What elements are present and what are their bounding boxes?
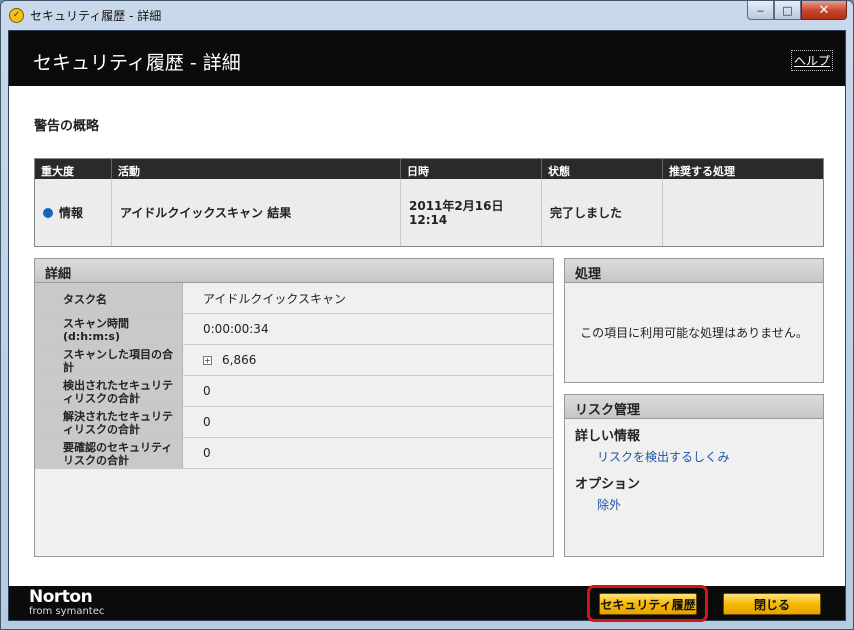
activity-cell: アイドルクイックスキャン 結果 bbox=[112, 179, 401, 246]
security-history-button[interactable]: セキュリティ履歴 bbox=[599, 593, 697, 615]
column-severity: 重大度 bbox=[35, 159, 112, 179]
table-header: 重大度 活動 日時 状態 推奨する処理 bbox=[35, 159, 823, 179]
info-heading: 詳しい情報 bbox=[575, 429, 641, 444]
details-title: 詳細 bbox=[35, 259, 553, 283]
detail-row-scan-time: スキャン時間 (d:h:m:s) 0:00:00:34 bbox=[35, 314, 553, 345]
detail-row-detected-risks: 検出されたセキュリティリスクの合計 0 bbox=[35, 376, 553, 407]
client-area: セキュリティ履歴 - 詳細 ヘルプ 警告の概略 重大度 活動 日時 状態 推奨す… bbox=[8, 30, 846, 622]
detail-value: アイドルクイックスキャン bbox=[183, 283, 553, 313]
column-datetime: 日時 bbox=[401, 159, 542, 179]
detail-value: 0 bbox=[183, 376, 553, 406]
column-activity: 活動 bbox=[112, 159, 401, 179]
window-controls: ‒ □ ✕ bbox=[747, 1, 847, 20]
logo-main-text: Norton bbox=[29, 587, 93, 607]
header-bar: セキュリティ履歴 - 詳細 ヘルプ bbox=[9, 31, 845, 86]
title-bar[interactable]: ✓ セキュリティ履歴 - 詳細 ‒ □ ✕ bbox=[1, 1, 853, 29]
alert-summary-table: 重大度 活動 日時 状態 推奨する処理 情報 アイドルクイックスキャン 結果 2… bbox=[34, 158, 824, 247]
summary-title: 警告の概略 bbox=[34, 119, 100, 134]
detail-label: 検出されたセキュリティリスクの合計 bbox=[35, 376, 183, 406]
window-title: セキュリティ履歴 - 詳細 bbox=[30, 9, 162, 23]
options-heading: オプション bbox=[575, 477, 641, 492]
norton-logo: Norton from symantec bbox=[29, 587, 105, 618]
footer-bar: Norton from symantec セキュリティ履歴 閉じる bbox=[9, 585, 845, 622]
detail-value-expandable: + 6,866 bbox=[183, 345, 553, 375]
detail-row-resolved-risks: 解決されたセキュリティリスクの合計 0 bbox=[35, 407, 553, 438]
detail-row-task: タスク名 アイドルクイックスキャン bbox=[35, 283, 553, 314]
exclude-link[interactable]: 除外 bbox=[575, 496, 813, 513]
action-title: 処理 bbox=[565, 259, 823, 283]
detail-value: 0 bbox=[183, 438, 553, 468]
details-panel: 詳細 タスク名 アイドルクイックスキャン スキャン時間 (d:h:m:s) 0:… bbox=[34, 258, 554, 557]
recommended-cell bbox=[663, 179, 823, 246]
norton-window: ✓ セキュリティ履歴 - 詳細 ‒ □ ✕ セキュリティ履歴 - 詳細 ヘルプ … bbox=[0, 0, 854, 630]
detail-label: スキャン時間 (d:h:m:s) bbox=[35, 314, 183, 344]
column-status: 状態 bbox=[542, 159, 663, 179]
help-link[interactable]: ヘルプ bbox=[790, 50, 833, 71]
risk-body: 詳しい情報 リスクを検出するしくみ オプション 除外 bbox=[565, 419, 823, 525]
detail-row-attention-risks: 要確認のセキュリティリスクの合計 0 bbox=[35, 438, 553, 469]
time-value: 12:14 bbox=[409, 212, 448, 227]
page-title: セキュリティ履歴 - 詳細 bbox=[33, 52, 241, 74]
status-cell: 完了しました bbox=[542, 179, 663, 246]
detail-label: 要確認のセキュリティリスクの合計 bbox=[35, 438, 183, 468]
detail-label: スキャンした項目の合計 bbox=[35, 345, 183, 375]
logo-sub-text: from symantec bbox=[29, 606, 105, 617]
close-button[interactable]: 閉じる bbox=[723, 593, 821, 615]
detail-value: 6,866 bbox=[222, 353, 257, 367]
detail-row-scanned-items: スキャンした項目の合計 + 6,866 bbox=[35, 345, 553, 376]
close-window-button[interactable]: ✕ bbox=[801, 1, 847, 20]
risk-title: リスク管理 bbox=[565, 395, 823, 419]
date-value: 2011年2月16日 bbox=[409, 198, 504, 213]
norton-icon: ✓ bbox=[9, 8, 24, 23]
expand-plus-icon[interactable]: + bbox=[203, 355, 212, 365]
detail-value: 0:00:00:34 bbox=[183, 314, 553, 344]
minimize-button[interactable]: ‒ bbox=[747, 1, 774, 20]
action-panel: 処理 この項目に利用可能な処理はありません。 bbox=[564, 258, 824, 383]
detail-label: 解決されたセキュリティリスクの合計 bbox=[35, 407, 183, 437]
severity-cell: 情報 bbox=[35, 179, 112, 246]
severity-value: 情報 bbox=[59, 206, 84, 220]
how-risks-detected-link[interactable]: リスクを検出するしくみ bbox=[575, 448, 813, 465]
action-message: この項目に利用可能な処理はありません。 bbox=[580, 326, 808, 340]
datetime-cell: 2011年2月16日 12:14 bbox=[401, 179, 542, 246]
column-recommended: 推奨する処理 bbox=[669, 165, 735, 178]
risk-management-panel: リスク管理 詳しい情報 リスクを検出するしくみ オプション 除外 bbox=[564, 394, 824, 557]
table-row: 情報 アイドルクイックスキャン 結果 2011年2月16日 12:14 完了しま… bbox=[35, 179, 823, 246]
info-dot-icon bbox=[43, 207, 53, 218]
maximize-button[interactable]: □ bbox=[774, 1, 801, 20]
detail-label: タスク名 bbox=[35, 283, 183, 313]
detail-value: 0 bbox=[183, 407, 553, 437]
